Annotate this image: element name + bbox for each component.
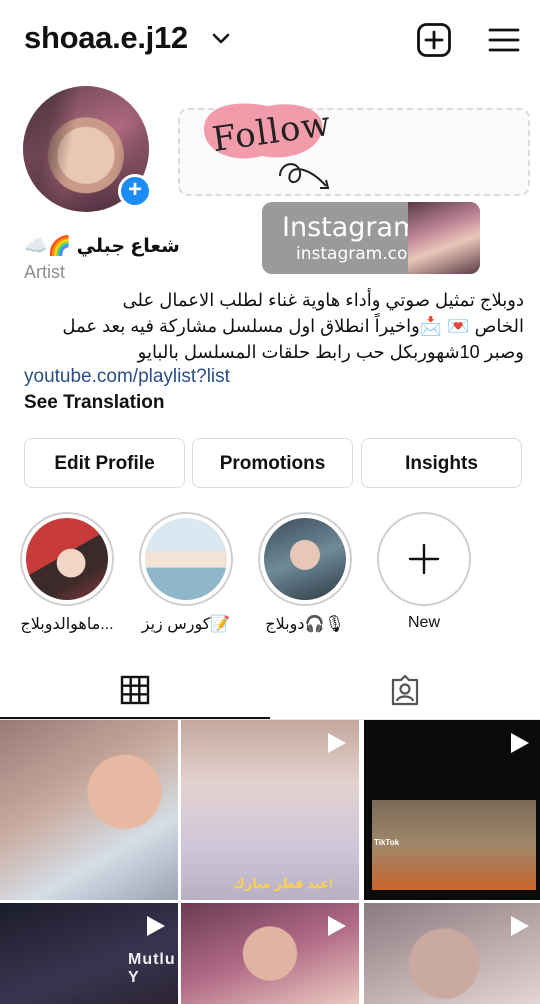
bio-line: الخاص 💌 📩واخيراً انطلاق اول مسلسل مشاركة… — [62, 316, 524, 336]
highlight-item[interactable]: كورس زيز📝 — [130, 512, 242, 634]
profile-avatar[interactable]: + — [23, 86, 152, 212]
story-highlights: ماهوالدوبلاج... كورس زيز📝 دوبلاج🎧🎙 New — [0, 512, 540, 642]
post-thumbnail[interactable] — [181, 903, 359, 1004]
highlight-label: كورس زيز📝 — [141, 616, 231, 633]
instagram-sticker: Instagram instagram.com — [262, 202, 480, 274]
highlight-item[interactable]: دوبلاج🎧🎙 — [249, 512, 361, 634]
new-highlight-ring[interactable] — [377, 512, 471, 606]
tab-grid[interactable] — [0, 660, 270, 720]
video-play-icon — [328, 916, 346, 936]
profile-link[interactable]: youtube.com/playlist?list — [24, 366, 230, 388]
add-story-plus-icon[interactable]: + — [118, 174, 152, 208]
video-play-icon — [147, 916, 165, 936]
post-thumbnail[interactable] — [0, 720, 178, 900]
promotions-button[interactable]: Promotions — [192, 438, 353, 488]
highlight-label: دوبلاج🎧🎙 — [265, 616, 345, 633]
plus-icon — [408, 543, 440, 575]
highlight-ring[interactable] — [258, 512, 352, 606]
new-highlight-item[interactable]: New — [368, 512, 480, 632]
profile-category: Artist — [24, 262, 66, 282]
highlight-ring[interactable] — [139, 512, 233, 606]
video-play-icon — [511, 733, 529, 753]
bio-line: دوبلاج تمثيل صوتي وأداء هاوية غناء لطلب … — [122, 290, 524, 310]
tiktok-watermark: TikTok — [374, 838, 400, 847]
video-play-icon — [328, 733, 346, 753]
chevron-down-icon[interactable] — [210, 28, 232, 50]
menu-icon[interactable] — [486, 22, 522, 58]
instagram-sticker-thumbnail — [408, 202, 480, 274]
highlight-ring[interactable] — [20, 512, 114, 606]
profile-name: شعاع جبلي 🌈☁️ — [24, 236, 180, 257]
post-caption: عيد فطر مبارك! — [233, 876, 334, 891]
curly-arrow-icon — [279, 163, 330, 189]
post-thumbnail[interactable]: TikTok — [364, 720, 540, 900]
instagram-sticker-title: Instagram — [282, 212, 420, 243]
post-thumbnail[interactable]: Mutlu Y — [0, 903, 178, 1004]
highlight-cover[interactable] — [264, 518, 346, 600]
username-title[interactable]: shoaa.e.j12 — [24, 20, 188, 56]
profile-actions: Edit Profile Promotions Insights — [24, 438, 522, 488]
top-bar: shoaa.e.j12 — [0, 0, 540, 80]
posts-grid: عيد فطر مبارك! TikTok Mutlu Y — [0, 720, 540, 1004]
highlight-cover[interactable] — [26, 518, 108, 600]
highlight-item[interactable]: ماهوالدوبلاج... — [11, 512, 123, 634]
add-post-icon[interactable] — [416, 22, 452, 58]
post-caption: Mutlu Y — [128, 951, 176, 986]
post-thumbnail[interactable]: عيد فطر مبارك! — [181, 720, 359, 900]
edit-profile-button[interactable]: Edit Profile — [24, 438, 185, 488]
see-translation-link[interactable]: See Translation — [24, 392, 164, 414]
highlight-label: New — [407, 614, 440, 631]
profile-tabs — [0, 660, 540, 720]
highlight-cover[interactable] — [145, 518, 227, 600]
instagram-sticker-subtitle: instagram.com — [296, 244, 424, 264]
post-thumbnail[interactable] — [364, 903, 540, 1004]
video-play-icon — [511, 916, 529, 936]
tagged-icon — [391, 674, 419, 706]
profile-bio: دوبلاج تمثيل صوتي وأداء هاوية غناء لطلب … — [24, 287, 524, 365]
insights-button[interactable]: Insights — [361, 438, 522, 488]
highlight-label: ماهوالدوبلاج... — [20, 616, 114, 633]
bio-line: وصبر 10شهوربكل حب رابط حلقات المسلسل بال… — [137, 342, 524, 362]
tab-tagged[interactable] — [270, 660, 540, 720]
grid-icon — [120, 675, 150, 705]
